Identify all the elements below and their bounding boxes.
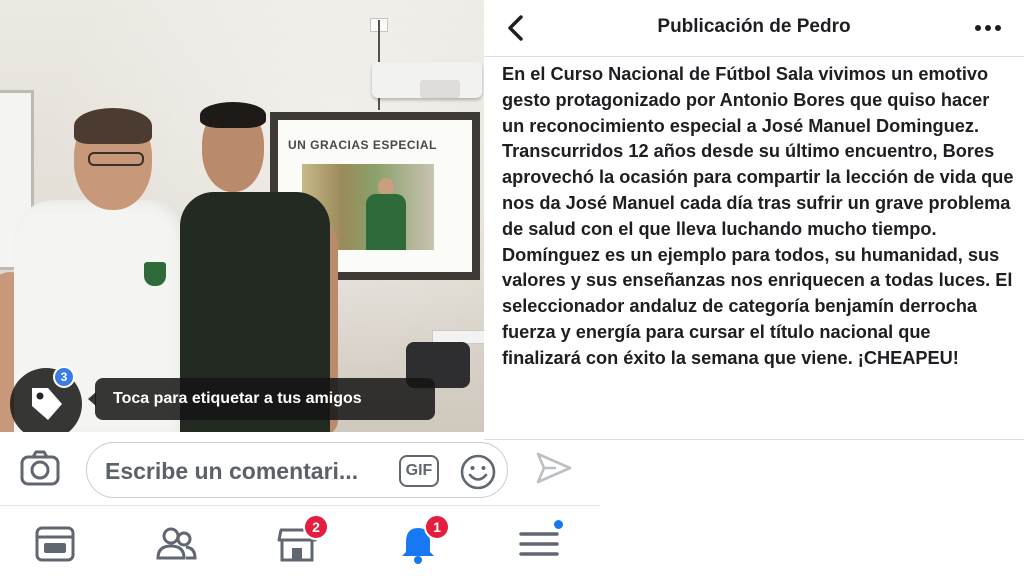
post-panel: Publicación de Pedro En el Curso Naciona… xyxy=(484,0,1024,440)
chevron-left-icon xyxy=(508,15,523,41)
tag-count-badge: 3 xyxy=(53,366,75,388)
friends-icon xyxy=(156,527,197,560)
marketplace-badge: 2 xyxy=(303,514,329,540)
send-icon[interactable] xyxy=(534,448,574,493)
page-title: Publicación de Pedro xyxy=(657,16,851,37)
emoji-icon[interactable] xyxy=(459,453,497,496)
post-divider xyxy=(484,439,1024,440)
gif-button[interactable]: GIF xyxy=(399,455,439,487)
glasses xyxy=(88,152,144,166)
ellipsis-icon xyxy=(975,25,1001,31)
bottom-nav: 2 1 xyxy=(0,506,600,576)
shirt-crest xyxy=(144,262,166,286)
back-button[interactable] xyxy=(506,14,526,47)
camera-icon[interactable] xyxy=(20,450,60,491)
header-divider xyxy=(484,56,1024,57)
news-feed-icon xyxy=(35,526,75,562)
comment-input[interactable] xyxy=(105,455,395,487)
projector-lens xyxy=(420,80,460,98)
nav-news-feed[interactable] xyxy=(33,522,77,566)
slide-person xyxy=(366,178,406,250)
post-text: En el Curso Nacional de Fútbol Sala vivi… xyxy=(502,64,1014,368)
comment-field[interactable]: GIF xyxy=(86,442,508,498)
more-options-button[interactable] xyxy=(974,16,1002,45)
tag-friends-prompt[interactable]: Toca para etiquetar a tus amigos xyxy=(95,378,435,420)
nav-friends[interactable] xyxy=(154,522,198,566)
notifications-badge: 1 xyxy=(424,514,450,540)
post-header: Publicación de Pedro xyxy=(484,0,1024,56)
post-photo[interactable]: UN GRACIAS ESPECIAL 3 Toca para etiqueta… xyxy=(0,0,484,432)
tag-icon xyxy=(32,388,62,420)
menu-indicator-dot xyxy=(552,518,565,531)
comment-bar: GIF xyxy=(0,432,600,506)
